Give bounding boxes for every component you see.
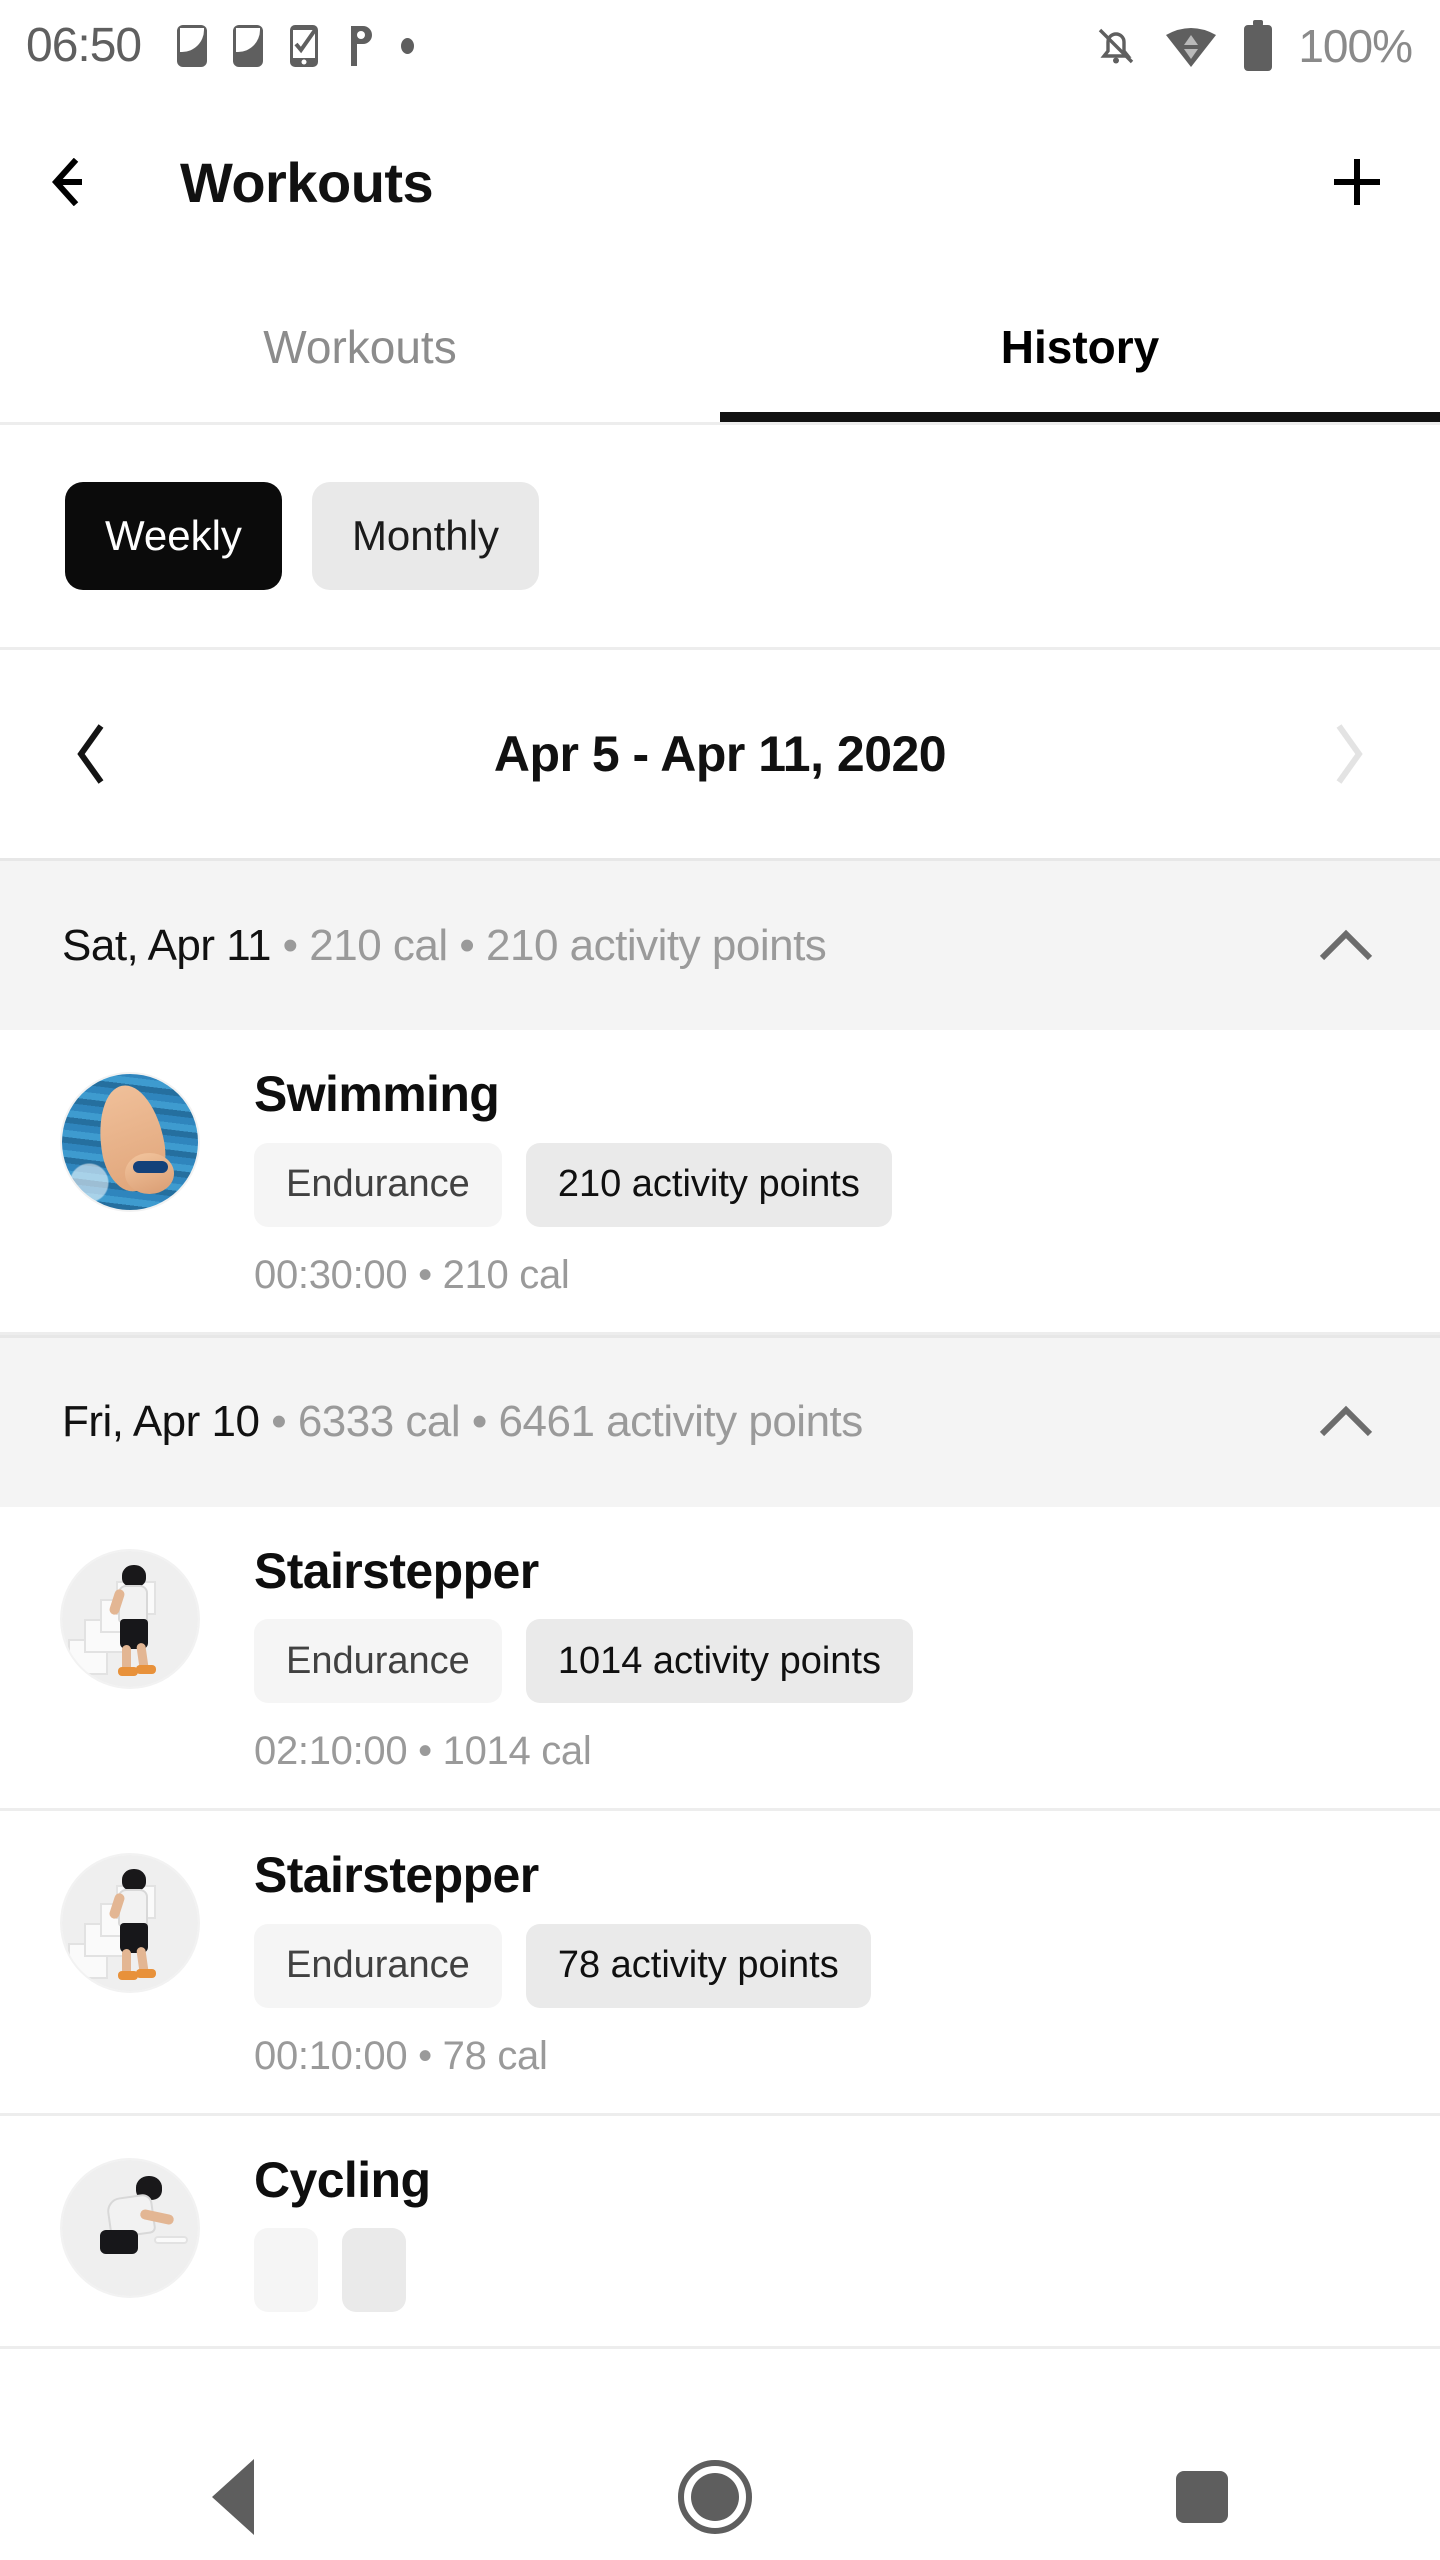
workout-type-chip (254, 2228, 318, 2312)
status-right-icons: 100% (1092, 19, 1413, 73)
plus-icon (1334, 159, 1380, 205)
day-header-sat-apr-11[interactable]: Sat, Apr 11 • 210 cal • 210 activity poi… (0, 858, 1440, 1030)
android-nav-bar (0, 2434, 1440, 2560)
period-weekly-button[interactable]: Weekly (65, 482, 282, 590)
day-date: Fri, Apr 10 (62, 1397, 260, 1446)
phone-check-icon (290, 25, 319, 67)
workout-points-chip: 78 activity points (525, 1923, 871, 2008)
app-screen: 06:50 100% Workouts Workouts History Wee… (0, 0, 1440, 2560)
status-bar: 06:50 100% (0, 0, 1440, 92)
day-date: Sat, Apr 11 (62, 920, 271, 970)
workout-row-swimming[interactable]: Swimming Endurance 210 activity points 0… (0, 1030, 1440, 1335)
phone-icon (177, 25, 208, 67)
day-header-fri-apr-10[interactable]: Fri, Apr 10 • 6333 cal • 6461 activity p… (0, 1334, 1440, 1507)
workout-name: Cycling (254, 2151, 431, 2208)
dot-icon (401, 38, 415, 54)
tab-history[interactable]: History (720, 272, 1440, 422)
chevron-left-icon (77, 724, 104, 784)
avatar (62, 2159, 198, 2296)
notifications-off-icon (1099, 28, 1134, 64)
avatar (62, 1550, 198, 1687)
day-header-text: Fri, Apr 10 • 6333 cal • 6461 activity p… (62, 1397, 1314, 1447)
avatar (62, 1855, 198, 1991)
workout-points-chip: 1014 activity points (525, 1619, 913, 1703)
workout-row-cycling[interactable]: Cycling (0, 2115, 1440, 2349)
collapse-day-button[interactable] (1314, 1390, 1378, 1454)
tab-active-indicator (720, 412, 1440, 422)
workout-name: Stairstepper (254, 1847, 539, 1903)
page-title: Workouts (180, 150, 434, 214)
cycling-figure (62, 2159, 198, 2296)
square-recents-icon[interactable] (1176, 2471, 1228, 2523)
battery-percent: 100% (1298, 20, 1413, 72)
workout-name: Swimming (254, 1066, 500, 1122)
chevron-up-icon (1319, 929, 1373, 960)
tab-bar: Workouts History (0, 272, 1440, 422)
workout-type-chip: Endurance (254, 1142, 502, 1227)
circle-home-icon[interactable] (678, 2460, 752, 2534)
workout-meta: 02:10:00 • 1014 cal (254, 1729, 592, 1773)
day-calories: 6333 cal (297, 1397, 461, 1446)
chevron-up-icon (1319, 1405, 1373, 1437)
arrow-left-icon (52, 158, 82, 206)
day-sep: • (460, 1397, 499, 1446)
day-sep: • (447, 920, 487, 970)
p-parking-icon (351, 26, 373, 66)
stairstepper-figure (62, 1855, 198, 1991)
phone-icon (233, 25, 264, 67)
collapse-day-button[interactable] (1314, 914, 1378, 978)
date-range-label: Apr 5 - Apr 11, 2020 (493, 726, 947, 782)
period-toggle: Weekly Monthly (0, 425, 1440, 647)
triangle-back-icon[interactable] (212, 2459, 254, 2535)
workout-meta: 00:10:00 • 78 cal (254, 2033, 548, 2078)
day-sep: • (270, 920, 310, 970)
workout-chips: Endurance 78 activity points (254, 1923, 1400, 2008)
workout-chips (254, 2228, 1400, 2312)
workout-details: Cycling (198, 2151, 1440, 2312)
workout-chips: Endurance 210 activity points (254, 1142, 1400, 1227)
chevron-right-icon (1336, 724, 1363, 784)
workout-details: Stairstepper Endurance 1014 activity poi… (198, 1542, 1440, 1775)
workout-type-chip: Endurance (254, 1923, 502, 2008)
workout-chips: Endurance 1014 activity points (254, 1619, 1400, 1703)
period-monthly-button[interactable]: Monthly (311, 482, 539, 590)
stairstepper-figure (62, 1550, 198, 1687)
app-bar: Workouts (0, 92, 1440, 272)
workout-name: Stairstepper (254, 1542, 539, 1599)
workout-details: Stairstepper Endurance 78 activity point… (198, 1849, 1440, 2079)
add-workout-button[interactable] (1320, 145, 1394, 219)
status-left-icons (177, 24, 415, 68)
day-points: 210 activity points (486, 920, 827, 970)
avatar (62, 1074, 198, 1210)
day-points: 6461 activity points (498, 1397, 864, 1446)
workout-row-stairstepper-2[interactable]: Stairstepper Endurance 78 activity point… (0, 1811, 1440, 2116)
workout-meta: 00:30:00 • 210 cal (254, 1252, 570, 1297)
prev-week-button[interactable] (58, 719, 128, 789)
back-button[interactable] (46, 145, 120, 219)
workout-points-chip: 210 activity points (525, 1142, 892, 1227)
wifi-icon (1166, 28, 1217, 67)
day-header-text: Sat, Apr 11 • 210 cal • 210 activity poi… (62, 921, 1314, 971)
workout-details: Swimming Endurance 210 activity points 0… (198, 1068, 1440, 1298)
workout-points-chip (342, 2228, 406, 2312)
status-time: 06:50 (26, 19, 142, 72)
day-calories: 210 cal (309, 920, 448, 970)
battery-full-icon (1244, 20, 1273, 71)
next-week-button[interactable] (1312, 719, 1382, 789)
tab-workouts[interactable]: Workouts (0, 272, 720, 422)
workout-type-chip: Endurance (254, 1619, 502, 1703)
date-navigator: Apr 5 - Apr 11, 2020 (0, 650, 1440, 858)
day-sep: • (259, 1397, 298, 1446)
workout-row-stairstepper-1[interactable]: Stairstepper Endurance 1014 activity poi… (0, 1506, 1440, 1811)
